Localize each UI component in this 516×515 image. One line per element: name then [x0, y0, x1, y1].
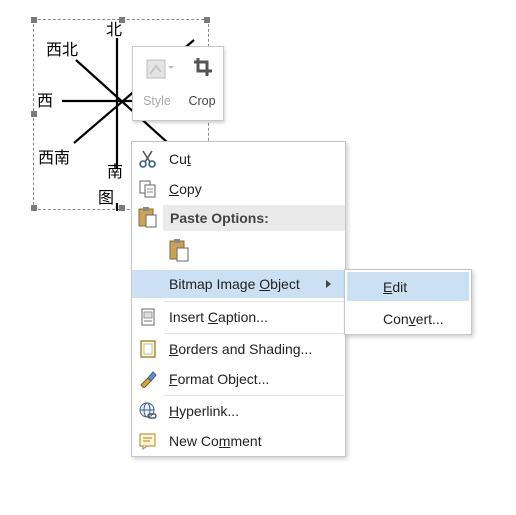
resize-handle-bottom[interactable] [119, 205, 125, 211]
submenu-item-edit[interactable]: Edit [347, 272, 469, 301]
menu-item-insert-caption[interactable]: Insert Caption... [132, 303, 345, 331]
scissors-icon [139, 150, 156, 168]
new-comment-text: New Co [169, 433, 219, 449]
format-object-label: Format Object... [169, 371, 269, 387]
bitmap-label: Bitmap Image Object [169, 276, 300, 292]
borders-icon [140, 340, 156, 358]
west-label: 西 [37, 91, 54, 110]
insert-caption-text: Insert [169, 309, 208, 325]
copy-accelerator: C [169, 181, 180, 197]
south-label: 南 [107, 162, 124, 181]
insert-caption-rest: aption... [218, 309, 268, 325]
bitmap-object-submenu: Edit Convert... [344, 269, 472, 335]
edit-accelerator: E [383, 279, 393, 295]
edit-label-rest: dit [392, 279, 408, 295]
northwest-label: 西北 [46, 40, 79, 59]
context-menu: Cut Copy Paste Options: Bitmap Image Obj… [131, 141, 346, 457]
hyperlink-label: Hyperlink... [169, 403, 239, 419]
crop-button[interactable]: Crop [181, 47, 223, 120]
insert-caption-label: Insert Caption... [169, 309, 268, 325]
convert-label-text: Con [383, 311, 409, 327]
style-label: Style [143, 94, 171, 108]
hyperlink-accelerator: H [169, 403, 180, 419]
paste-icon [138, 207, 157, 228]
copy-icon [139, 180, 156, 198]
cut-label: Cut [169, 151, 191, 167]
paste-options-label: Paste Options: [170, 210, 269, 226]
menu-item-bitmap-image-object[interactable]: Bitmap Image Object [132, 270, 345, 298]
format-object-accelerator: F [169, 371, 178, 387]
menu-item-cut[interactable]: Cut [132, 145, 345, 173]
submenu-item-convert[interactable]: Convert... [347, 304, 469, 332]
separator [164, 395, 344, 396]
new-comment-rest: ment [230, 433, 262, 449]
convert-label-rest: ert... [415, 311, 444, 327]
edit-label: Edit [383, 279, 407, 295]
bitmap-label-text: Bitmap Image [169, 276, 260, 292]
caption-icon [141, 308, 155, 326]
resize-handle-top-right[interactable] [204, 17, 210, 23]
caption-label: 图 [98, 188, 115, 207]
borders-shading-label: Borders and Shading... [169, 341, 312, 357]
menu-item-hyperlink[interactable]: Hyperlink... [132, 397, 345, 425]
hyperlink-rest: yperlink... [179, 403, 240, 419]
separator [164, 301, 344, 302]
north-label: 北 [106, 20, 123, 39]
resize-handle-bottom-left[interactable] [31, 205, 37, 211]
menu-item-borders-shading[interactable]: Borders and Shading... [132, 335, 345, 363]
convert-label: Convert... [383, 311, 444, 327]
resize-handle-left[interactable] [31, 111, 37, 117]
borders-shading-accelerator: B [169, 341, 179, 357]
cut-accelerator: t [186, 151, 191, 167]
separator [164, 333, 344, 334]
menu-item-copy[interactable]: Copy [132, 175, 345, 203]
borders-shading-rest: orders and Shading... [178, 341, 313, 357]
southwest-label: 西南 [38, 148, 71, 167]
crop-label: Crop [188, 94, 216, 108]
crop-icon [194, 58, 212, 76]
style-icon [146, 59, 174, 79]
convert-accelerator: v [408, 311, 416, 327]
hyperlink-icon [139, 402, 157, 419]
menu-item-format-object[interactable]: Format Object... [132, 365, 345, 393]
cut-label-text: Cu [169, 151, 187, 167]
paste-keep-source-button[interactable] [165, 236, 193, 264]
format-object-icon [140, 371, 157, 388]
copy-label-rest: opy [179, 181, 202, 197]
new-comment-icon [139, 433, 156, 450]
resize-handle-top[interactable] [119, 17, 125, 23]
mini-toolbar: Style Crop [132, 46, 224, 121]
paste-options-header: Paste Options: [163, 205, 345, 231]
menu-item-new-comment[interactable]: New Comment [132, 427, 345, 455]
format-object-rest: ormat Object... [177, 371, 270, 387]
clipboard-icon [169, 239, 189, 262]
bitmap-label-rest: bject [270, 276, 300, 292]
bitmap-accelerator: O [259, 276, 271, 292]
submenu-arrow-icon [326, 280, 331, 288]
insert-caption-accelerator: C [207, 309, 219, 325]
resize-handle-top-left[interactable] [31, 17, 37, 23]
new-comment-accelerator: m [218, 433, 231, 449]
style-button[interactable]: Style [133, 47, 181, 120]
copy-label: Copy [169, 181, 202, 197]
new-comment-label: New Comment [169, 433, 262, 449]
